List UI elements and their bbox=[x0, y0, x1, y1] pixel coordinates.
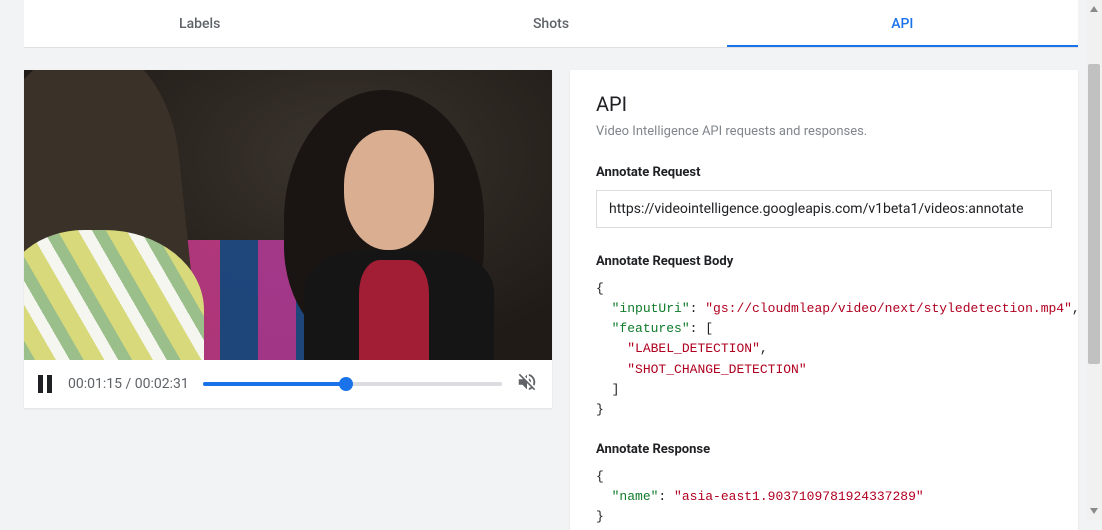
request-feature-1: SHOT_CHANGE_DETECTION bbox=[635, 362, 799, 377]
video-card: 00:01:15 / 00:02:31 bbox=[24, 70, 552, 408]
tab-labels[interactable]: Labels bbox=[24, 0, 375, 47]
response-name: asia-east1.9037109781924337289 bbox=[682, 489, 916, 504]
annotate-request-url[interactable]: https://videointelligence.googleapis.com… bbox=[596, 190, 1052, 228]
tab-shots[interactable]: Shots bbox=[375, 0, 726, 47]
total-duration: 00:02:31 bbox=[135, 376, 189, 392]
annotate-request-body-label: Annotate Request Body bbox=[596, 254, 1052, 269]
request-feature-0: LABEL_DETECTION bbox=[635, 341, 752, 356]
annotate-request-label: Annotate Request bbox=[596, 165, 1052, 180]
seek-thumb[interactable] bbox=[339, 377, 353, 391]
annotate-response-label: Annotate Response bbox=[596, 442, 1052, 457]
current-time: 00:01:15 bbox=[68, 376, 122, 392]
panel-subtitle: Video Intelligence API requests and resp… bbox=[596, 124, 1052, 139]
scroll-thumb[interactable] bbox=[1088, 64, 1100, 364]
tab-api[interactable]: API bbox=[727, 0, 1078, 47]
scroll-down-arrow-icon[interactable] bbox=[1090, 508, 1098, 516]
seek-filled bbox=[203, 382, 347, 386]
video-frame[interactable] bbox=[24, 70, 552, 360]
volume-muted-icon[interactable] bbox=[516, 371, 538, 397]
tabbar: Labels Shots API bbox=[24, 0, 1078, 48]
video-controls: 00:01:15 / 00:02:31 bbox=[24, 360, 552, 408]
request-body-code: { "inputUri": "gs://cloudmleap/video/nex… bbox=[596, 279, 1052, 420]
response-code: { "name": "asia-east1.903710978192433728… bbox=[596, 467, 1052, 527]
api-panel: API Video Intelligence API requests and … bbox=[570, 70, 1078, 530]
request-input-uri: "gs://cloudmleap/video/next/styledetecti… bbox=[705, 301, 1072, 316]
page-scrollbar[interactable] bbox=[1086, 0, 1102, 520]
scroll-up-arrow-icon[interactable] bbox=[1090, 4, 1098, 12]
seek-slider[interactable] bbox=[203, 382, 502, 386]
pause-icon[interactable] bbox=[38, 375, 54, 393]
panel-heading: API bbox=[596, 92, 1052, 116]
video-time: 00:01:15 / 00:02:31 bbox=[68, 376, 189, 392]
